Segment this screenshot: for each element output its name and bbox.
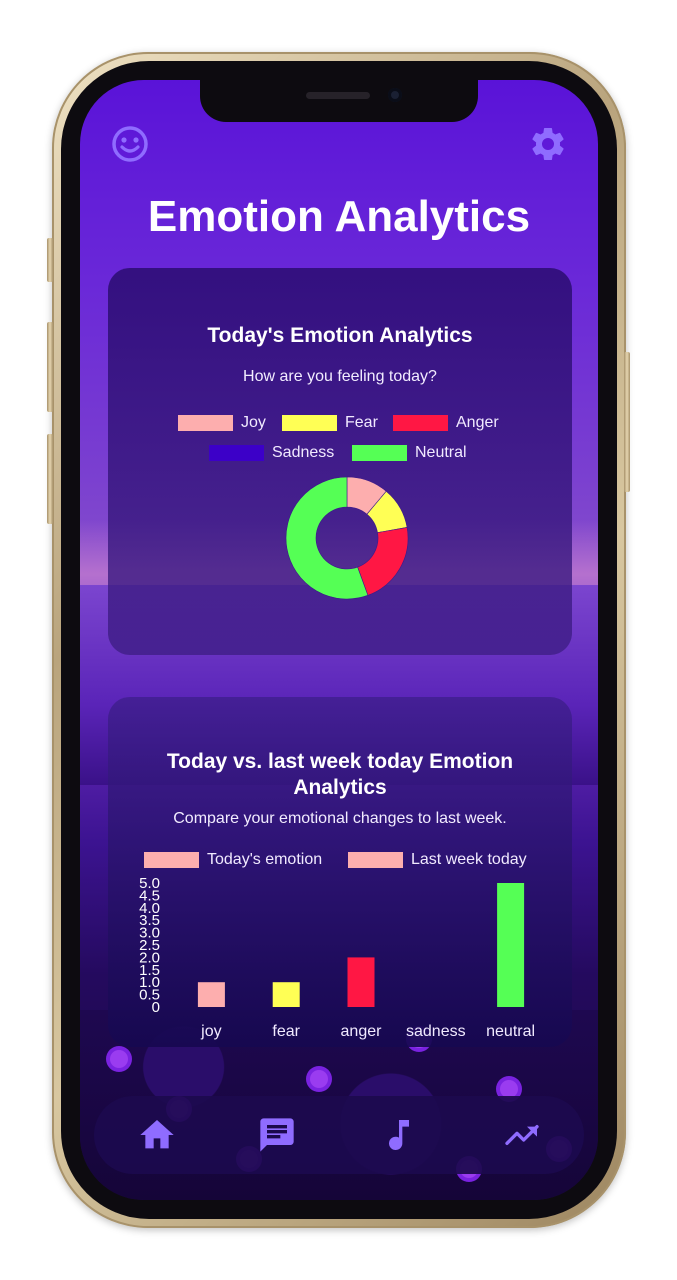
- x-tick-label-neutral: neutral: [486, 1023, 535, 1040]
- x-tick-label-joy: joy: [200, 1023, 221, 1040]
- page-title: Emotion Analytics: [147, 192, 531, 241]
- emotion-donut-chart: [285, 476, 409, 600]
- donut-slice-anger[interactable]: [357, 527, 409, 596]
- nav-chat[interactable]: [257, 1115, 297, 1155]
- bar-joy[interactable]: [197, 982, 225, 1007]
- comparison-analytics-card: Today vs. last week today Emotion Analyt…: [108, 697, 572, 1047]
- legend-label: Joy: [241, 414, 266, 431]
- x-tick-label-sadness: sadness: [406, 1023, 466, 1040]
- chat-icon: [260, 1118, 294, 1152]
- music-note-icon: [389, 1120, 409, 1151]
- legend-label: Fear: [345, 414, 378, 431]
- x-tick-label-anger: anger: [341, 1023, 383, 1040]
- legend-sadness[interactable]: Sadness: [209, 444, 334, 462]
- legend-swatch: [178, 415, 233, 431]
- legend-label: Anger: [456, 414, 499, 431]
- mood-button[interactable]: [110, 124, 150, 164]
- phone-volume-down: [47, 434, 53, 524]
- nav-analytics[interactable]: [502, 1115, 542, 1155]
- bar-neutral[interactable]: [497, 883, 525, 1007]
- legend-swatch: [282, 415, 337, 431]
- legend-swatch: [352, 445, 407, 461]
- legend-today[interactable]: Today's emotion: [144, 851, 322, 869]
- emotion-bar-chart: 00.51.01.52.02.53.03.54.04.55.0joy fear an…: [139, 875, 535, 1040]
- bar-fear[interactable]: [272, 982, 300, 1007]
- smiley-face-icon: [112, 126, 148, 162]
- app-screen: Emotion Analytics Today's Emotion Analyt…: [80, 80, 598, 1200]
- y-tick-label: 5.0: [139, 875, 160, 892]
- bar-anger[interactable]: [347, 957, 375, 1007]
- phone-power-button: [624, 352, 630, 492]
- today-analytics-card: Today's Emotion Analytics How are you fe…: [108, 268, 572, 655]
- legend-swatch: [209, 445, 264, 461]
- legend-neutral[interactable]: Neutral: [352, 444, 467, 462]
- legend-label: Today's emotion: [207, 851, 323, 868]
- legend-swatch: [348, 852, 403, 868]
- legend-anger[interactable]: Anger: [393, 414, 499, 432]
- home-icon: [140, 1120, 174, 1149]
- legend-swatch: [393, 415, 448, 431]
- phone-volume-up: [47, 322, 53, 412]
- notch: [200, 80, 478, 122]
- card-title-line2: Analytics: [293, 776, 387, 799]
- legend-joy[interactable]: Joy: [178, 414, 266, 432]
- card-subtitle: How are you feeling today?: [243, 368, 437, 385]
- legend-label: Last week today: [411, 851, 527, 868]
- settings-button[interactable]: [528, 124, 568, 164]
- nav-home[interactable]: [137, 1115, 177, 1155]
- card-title: Today's Emotion Analytics: [207, 324, 473, 347]
- gear-icon: [532, 127, 564, 161]
- card-title-line1: Today vs. last week today Emotion: [166, 750, 514, 773]
- card-subtitle: Compare your emotional changes to last w…: [173, 810, 507, 827]
- speaker-grille: [306, 92, 370, 99]
- bottom-nav: [94, 1096, 584, 1174]
- legend-label: Neutral: [415, 444, 467, 461]
- front-camera: [388, 88, 402, 102]
- phone-silent-switch: [47, 238, 53, 282]
- trending-icon: [505, 1125, 539, 1145]
- legend-label: Sadness: [272, 444, 335, 461]
- legend-last-week[interactable]: Last week today: [348, 851, 527, 869]
- legend-swatch: [144, 852, 199, 868]
- x-tick-label-fear: fear: [272, 1023, 300, 1040]
- legend-fear[interactable]: Fear: [282, 414, 378, 432]
- nav-music[interactable]: [379, 1115, 419, 1155]
